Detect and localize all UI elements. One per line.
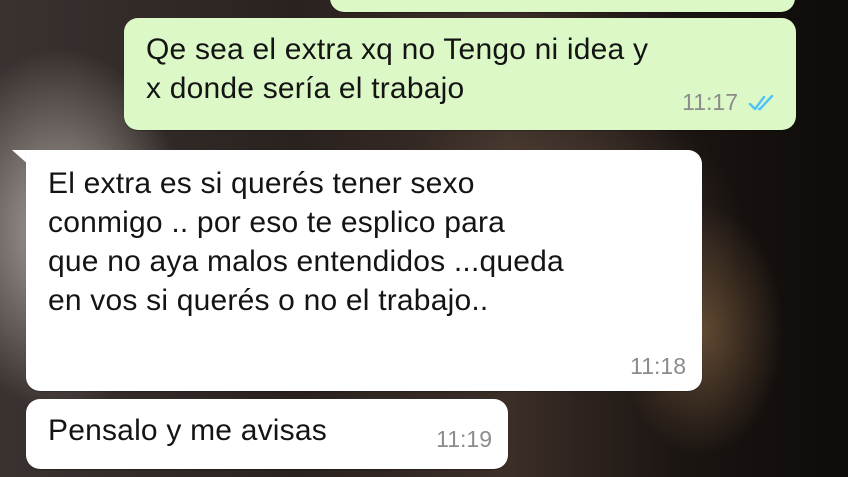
message-text: Qe sea el extra xq no Tengo ni idea y x … [146,33,649,105]
message-bubble-incoming[interactable]: El extra es si querés tener sexo conmigo… [26,150,702,391]
message-time: 11:17 [682,89,738,115]
message-meta: 11:18 [630,353,686,380]
message-bubble-outgoing-partial[interactable] [330,0,795,12]
message-bubble-outgoing[interactable]: Qe sea el extra xq no Tengo ni idea y x … [124,18,796,130]
message-time: 11:19 [436,426,492,452]
message-bubble-incoming[interactable]: Pensalo y me avisas 11:19 [26,399,508,469]
message-meta: 11:19 [436,426,492,453]
double-check-read-icon [748,94,774,110]
message-time: 11:18 [630,353,686,379]
message-meta: 11:17 [682,89,778,116]
message-text: Pensalo y me avisas [48,414,327,447]
message-text: El extra es si querés tener sexo conmigo… [48,167,564,317]
